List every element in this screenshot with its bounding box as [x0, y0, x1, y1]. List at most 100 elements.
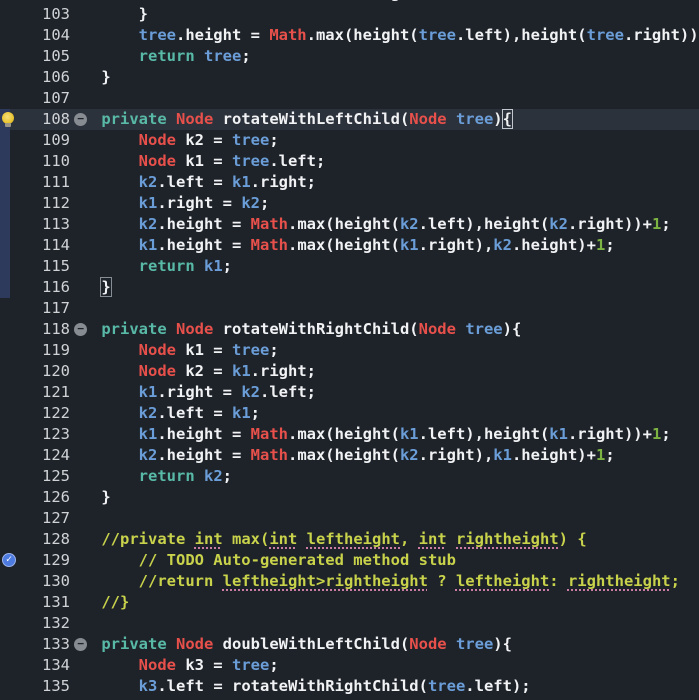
- code-text[interactable]: Node k2 = tree;: [64, 130, 279, 151]
- code-text[interactable]: k3.left = rotateWithRightChild(tree.left…: [64, 676, 531, 697]
- line-number[interactable]: 109: [0, 130, 70, 151]
- code-text[interactable]: k1.height = Math.max(height(k1.right),k2…: [64, 235, 615, 256]
- line-number[interactable]: 128: [0, 529, 70, 550]
- code-line[interactable]: 127: [0, 508, 699, 529]
- code-text[interactable]: Node k3 = tree;: [64, 655, 279, 676]
- code-text[interactable]: }: [64, 487, 110, 508]
- code-line[interactable]: 134 Node k3 = tree;: [0, 655, 699, 676]
- code-line[interactable]: 122 k2.left = k1;: [0, 403, 699, 424]
- code-text[interactable]: k1.right = k2;: [64, 193, 270, 214]
- code-token: ;: [269, 131, 279, 149]
- line-number[interactable]: 123: [0, 424, 70, 445]
- code-text[interactable]: // TODO Auto-generated method stub: [64, 550, 456, 571]
- line-number[interactable]: 105: [0, 46, 70, 67]
- code-text[interactable]: return k2;: [64, 466, 232, 487]
- code-line[interactable]: 103 }: [0, 4, 699, 25]
- code-text[interactable]: }: [64, 277, 112, 298]
- code-line[interactable]: 130 //return leftheight>rightheight ? le…: [0, 571, 699, 592]
- code-line[interactable]: 132: [0, 613, 699, 634]
- line-number[interactable]: 133: [0, 634, 70, 655]
- code-text[interactable]: k1.right = k2.left;: [64, 382, 316, 403]
- line-number[interactable]: 131: [0, 592, 70, 613]
- code-text[interactable]: private Node rotateWithLeftChild(Node tr…: [64, 109, 514, 130]
- code-line[interactable]: 113 k2.height = Math.max(height(k2.left)…: [0, 214, 699, 235]
- code-line[interactable]: 114 k1.height = Math.max(height(k1.right…: [0, 235, 699, 256]
- line-number[interactable]: 120: [0, 361, 70, 382]
- code-token: k2: [241, 383, 260, 401]
- code-line[interactable]: 111 k2.left = k1.right;: [0, 172, 699, 193]
- line-number[interactable]: 104: [0, 25, 70, 46]
- line-number[interactable]: 107: [0, 88, 70, 109]
- code-line[interactable]: 121 k1.right = k2.left;: [0, 382, 699, 403]
- code-text[interactable]: Node k1 = tree.left;: [64, 151, 326, 172]
- code-text[interactable]: }: [64, 4, 148, 25]
- code-line[interactable]: 125 return k2;: [0, 466, 699, 487]
- code-line[interactable]: 133− private Node doubleWithLeftChild(No…: [0, 634, 699, 655]
- code-text[interactable]: Node k1 = tree;: [64, 340, 279, 361]
- code-line[interactable]: 115 return k1;: [0, 256, 699, 277]
- code-line[interactable]: 128 //private int max(int leftheight, in…: [0, 529, 699, 550]
- line-number[interactable]: 130: [0, 571, 70, 592]
- code-line[interactable]: 135 k3.left = rotateWithRightChild(tree.…: [0, 676, 699, 697]
- code-line[interactable]: 106 }: [0, 67, 699, 88]
- code-line[interactable]: 110 Node k1 = tree.left;: [0, 151, 699, 172]
- code-line[interactable]: 108− private Node rotateWithLeftChild(No…: [0, 109, 699, 130]
- line-number[interactable]: 122: [0, 403, 70, 424]
- code-line[interactable]: 126 }: [0, 487, 699, 508]
- line-number[interactable]: 132: [0, 613, 70, 634]
- line-number[interactable]: 126: [0, 487, 70, 508]
- code-line[interactable]: 119 Node k1 = tree;: [0, 340, 699, 361]
- code-text[interactable]: tree.height = Math.max(height(tree.left)…: [64, 25, 699, 46]
- code-text[interactable]: Node k2 = k1.right;: [64, 361, 316, 382]
- line-number[interactable]: 113: [0, 214, 70, 235]
- line-number[interactable]: 134: [0, 655, 70, 676]
- code-token: 1: [651, 425, 662, 443]
- task-check-icon[interactable]: ✓: [2, 553, 16, 567]
- code-text[interactable]: //}: [64, 592, 129, 613]
- code-text[interactable]: //private int max(int leftheight, int ri…: [64, 529, 586, 550]
- line-number[interactable]: 117: [0, 298, 70, 319]
- code-text[interactable]: k2.height = Math.max(height(k2.left),hei…: [64, 214, 671, 235]
- line-number[interactable]: 110: [0, 151, 70, 172]
- line-number[interactable]: 116: [0, 277, 70, 298]
- code-line[interactable]: 104 tree.height = Math.max(height(tree.l…: [0, 25, 699, 46]
- code-line[interactable]: 105 return tree;: [0, 46, 699, 67]
- line-number[interactable]: 119: [0, 340, 70, 361]
- line-number[interactable]: 127: [0, 508, 70, 529]
- line-number[interactable]: 118: [0, 319, 70, 340]
- code-text[interactable]: //return leftheight>rightheight ? lefthe…: [64, 571, 680, 592]
- line-number[interactable]: 112: [0, 193, 70, 214]
- code-text[interactable]: return k1;: [64, 256, 232, 277]
- code-line[interactable]: 117: [0, 298, 699, 319]
- code-text[interactable]: private Node doubleWithLeftChild(Node tr…: [64, 634, 512, 655]
- code-text[interactable]: k2.left = k1.right;: [64, 172, 316, 193]
- line-number[interactable]: 106: [0, 67, 70, 88]
- code-line[interactable]: 118− private Node rotateWithRightChild(N…: [0, 319, 699, 340]
- code-line[interactable]: 112 k1.right = k2;: [0, 193, 699, 214]
- line-number[interactable]: 135: [0, 676, 70, 697]
- code-text[interactable]: return tree;: [64, 46, 251, 67]
- line-number[interactable]: 114: [0, 235, 70, 256]
- code-text[interactable]: k1.height = Math.max(height(k1.left),hei…: [64, 424, 671, 445]
- code-text[interactable]: private Node rotateWithRightChild(Node t…: [64, 319, 521, 340]
- line-number[interactable]: 103: [0, 4, 70, 25]
- code-text[interactable]: k2.height = Math.max(height(k2.right),k1…: [64, 445, 615, 466]
- code-line[interactable]: 120 Node k2 = k1.right;: [0, 361, 699, 382]
- code-line[interactable]: 129 ✓ // TODO Auto-generated method stub: [0, 550, 699, 571]
- code-line[interactable]: 123 k1.height = Math.max(height(k1.left)…: [0, 424, 699, 445]
- line-number[interactable]: 124: [0, 445, 70, 466]
- code-text[interactable]: k2.left = k1;: [64, 403, 260, 424]
- code-text[interactable]: }: [64, 67, 110, 88]
- code-editor[interactable]: 102 tree = doubleWithRightChild( tree );…: [0, 0, 699, 700]
- line-number[interactable]: 111: [0, 172, 70, 193]
- lightbulb-quickfix-icon[interactable]: [2, 112, 14, 127]
- line-number[interactable]: 125: [0, 466, 70, 487]
- code-line[interactable]: 109 Node k2 = tree;: [0, 130, 699, 151]
- line-number[interactable]: 115: [0, 256, 70, 277]
- line-number[interactable]: 121: [0, 382, 70, 403]
- code-line[interactable]: 124 k2.height = Math.max(height(k2.right…: [0, 445, 699, 466]
- code-line[interactable]: 131 //}: [0, 592, 699, 613]
- code-line[interactable]: 116 }: [0, 277, 699, 298]
- code-line[interactable]: 107: [0, 88, 699, 109]
- code-token: ): [493, 110, 503, 128]
